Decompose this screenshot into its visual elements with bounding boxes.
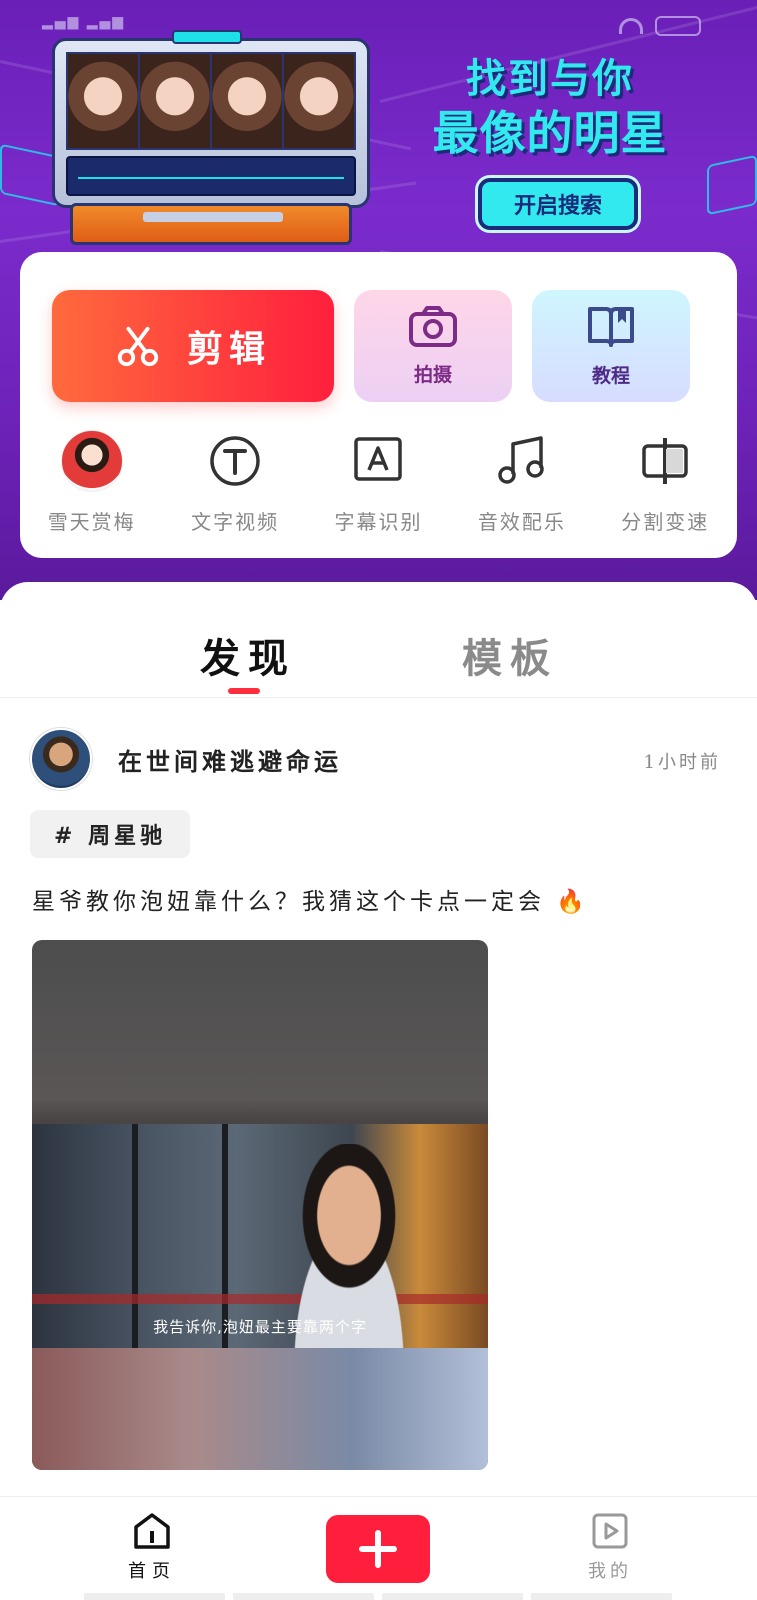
banner-decoration <box>707 154 757 216</box>
plus-icon <box>359 1530 397 1568</box>
fire-emoji-icon: 🔥 <box>556 889 589 915</box>
tool-label: 文字视频 <box>191 510 280 534</box>
banner-title-line1: 找到与你 <box>466 56 634 102</box>
tab-template[interactable]: 模板 <box>462 626 558 684</box>
shoot-label: 拍摄 <box>413 363 452 386</box>
video-thumbnail[interactable]: 我告诉你,泡妞最主要靠两个字 <box>32 940 488 1470</box>
status-bar-right <box>619 16 701 36</box>
feed-sheet: 发现 模板 在世间难逃避命运 1小时前 # 周星驰 星爷教你泡妞靠什么？我猜这个… <box>0 582 757 1600</box>
nav-mine-label: 我的 <box>588 1561 632 1582</box>
caption-text: 星爷教你泡妞靠什么？我猜这个卡点一定会 <box>32 889 545 915</box>
camera-icon <box>409 305 457 347</box>
author-name[interactable]: 在世间难逃避命运 <box>118 742 342 777</box>
tool-label: 雪天赏梅 <box>47 510 136 534</box>
edit-label: 剪辑 <box>186 328 271 370</box>
banner-title: 找到与你 最像的明星 <box>420 54 680 162</box>
hashtag-chip[interactable]: # 周星驰 <box>30 810 191 858</box>
tutorial-label: 教程 <box>591 364 630 387</box>
book-icon <box>588 306 634 347</box>
face-match-illustration <box>52 30 370 248</box>
nav-home[interactable]: 首页 <box>120 1511 184 1583</box>
shoot-button[interactable]: 拍摄 <box>354 290 512 402</box>
nav-home-label: 首页 <box>128 1561 176 1582</box>
banner-decoration <box>0 143 60 207</box>
quick-tools-row: 雪天赏梅 文字视频 字幕识别 音效配乐 分割变速 <box>20 430 737 540</box>
tutorial-button[interactable]: 教程 <box>532 290 690 402</box>
wifi-icon <box>619 18 643 34</box>
split-icon <box>642 438 688 484</box>
gesture-bar <box>84 1593 672 1600</box>
bottom-nav: 首页 我的 <box>0 1496 757 1600</box>
status-bar-signal: ▂▄▆ ▂▄▆ <box>42 14 126 30</box>
face-photo <box>68 54 138 148</box>
post-time: 1小时前 <box>643 752 721 773</box>
home-icon <box>134 1513 170 1549</box>
text-t-icon <box>210 436 260 486</box>
tool-label: 分割变速 <box>621 510 710 534</box>
face-photo <box>212 54 282 148</box>
profile-video-icon <box>592 1513 628 1549</box>
post-caption: 星爷教你泡妞靠什么？我猜这个卡点一定会 🔥 <box>32 882 589 916</box>
tool-label: 字幕识别 <box>334 510 423 534</box>
scissors-icon <box>117 326 159 367</box>
tool-text-video[interactable]: 文字视频 <box>163 430 306 540</box>
tool-subtitle-recognition[interactable]: 字幕识别 <box>307 430 450 540</box>
battery-icon <box>655 16 701 36</box>
music-note-icon <box>498 436 544 484</box>
face-photo <box>284 54 354 148</box>
tool-label: 音效配乐 <box>477 510 566 534</box>
face-photo <box>140 54 210 148</box>
create-button[interactable] <box>326 1515 430 1583</box>
active-tab-indicator <box>228 688 260 694</box>
start-search-button[interactable]: 开启搜索 <box>478 178 638 230</box>
banner-title-line2: 最像的明星 <box>432 106 668 160</box>
author-avatar[interactable] <box>30 728 92 790</box>
tool-snow-plum[interactable]: 雪天赏梅 <box>20 430 163 540</box>
tool-sound-music[interactable]: 音效配乐 <box>450 430 593 540</box>
nav-mine[interactable]: 我的 <box>578 1511 642 1583</box>
edit-button[interactable]: 剪辑 <box>52 290 334 402</box>
video-subtitle: 我告诉你,泡妞最主要靠两个字 <box>153 1318 367 1336</box>
tool-split-speed[interactable]: 分割变速 <box>594 430 737 540</box>
tab-discover[interactable]: 发现 <box>200 626 296 684</box>
avatar-thumbnail <box>60 430 123 492</box>
feed-tabs: 发现 模板 <box>0 582 757 698</box>
subtitle-a-icon <box>354 437 403 481</box>
tools-card: 剪辑 拍摄 教程 雪天赏梅 文字视频 字幕识别 音效配乐 分割变速 <box>20 252 737 558</box>
